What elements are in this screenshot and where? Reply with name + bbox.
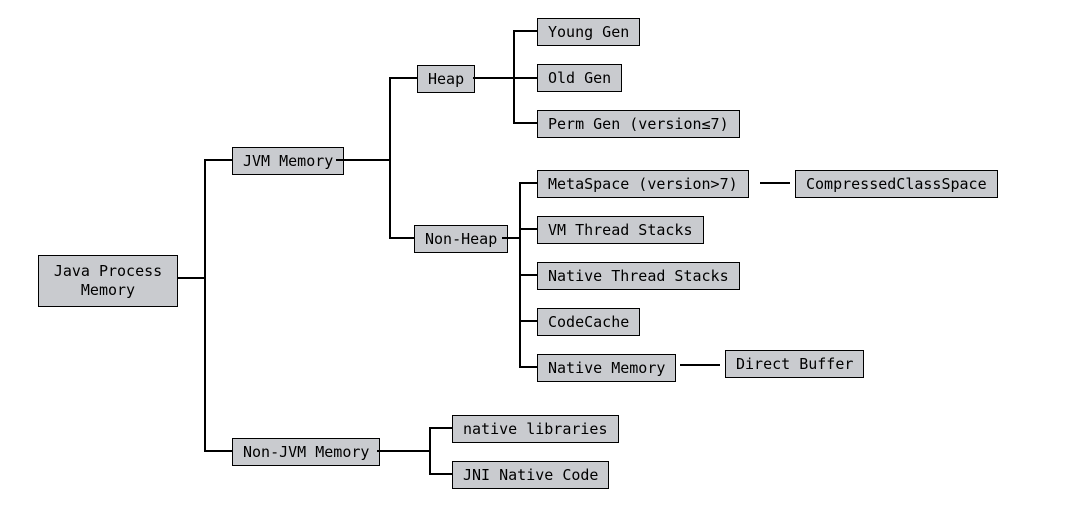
- node-native-thread-stacks: Native Thread Stacks: [537, 262, 740, 290]
- node-label: JNI Native Code: [463, 466, 598, 484]
- node-label: Non-JVM Memory: [243, 443, 369, 461]
- node-compressed-class-space: CompressedClassSpace: [795, 170, 998, 198]
- node-non-heap: Non-Heap: [414, 225, 508, 253]
- node-label: Native Thread Stacks: [548, 267, 729, 285]
- node-label: Java ProcessMemory: [54, 262, 162, 299]
- node-codecache: CodeCache: [537, 308, 640, 336]
- node-vm-thread-stacks: VM Thread Stacks: [537, 216, 704, 244]
- node-label: VM Thread Stacks: [548, 221, 693, 239]
- node-jvm-memory: JVM Memory: [232, 147, 344, 175]
- node-native-libraries: native libraries: [452, 415, 619, 443]
- node-label: Heap: [428, 70, 464, 88]
- node-label: Native Memory: [548, 359, 665, 377]
- node-label: Non-Heap: [425, 230, 497, 248]
- node-java-process-memory: Java ProcessMemory: [38, 255, 178, 307]
- node-label: Old Gen: [548, 69, 611, 87]
- node-metaspace: MetaSpace (version>7): [537, 170, 749, 198]
- node-label: Perm Gen (version≤7): [548, 115, 729, 133]
- node-label: MetaSpace (version>7): [548, 175, 738, 193]
- node-perm-gen: Perm Gen (version≤7): [537, 110, 740, 138]
- node-jni-native-code: JNI Native Code: [452, 461, 609, 489]
- node-label: CodeCache: [548, 313, 629, 331]
- node-young-gen: Young Gen: [537, 18, 640, 46]
- node-heap: Heap: [417, 65, 475, 93]
- node-label: JVM Memory: [243, 152, 333, 170]
- node-old-gen: Old Gen: [537, 64, 622, 92]
- node-native-memory: Native Memory: [537, 354, 676, 382]
- node-direct-buffer: Direct Buffer: [725, 350, 864, 378]
- node-non-jvm-memory: Non-JVM Memory: [232, 438, 380, 466]
- node-label: CompressedClassSpace: [806, 175, 987, 193]
- node-label: Young Gen: [548, 23, 629, 41]
- node-label: native libraries: [463, 420, 608, 438]
- node-label: Direct Buffer: [736, 355, 853, 373]
